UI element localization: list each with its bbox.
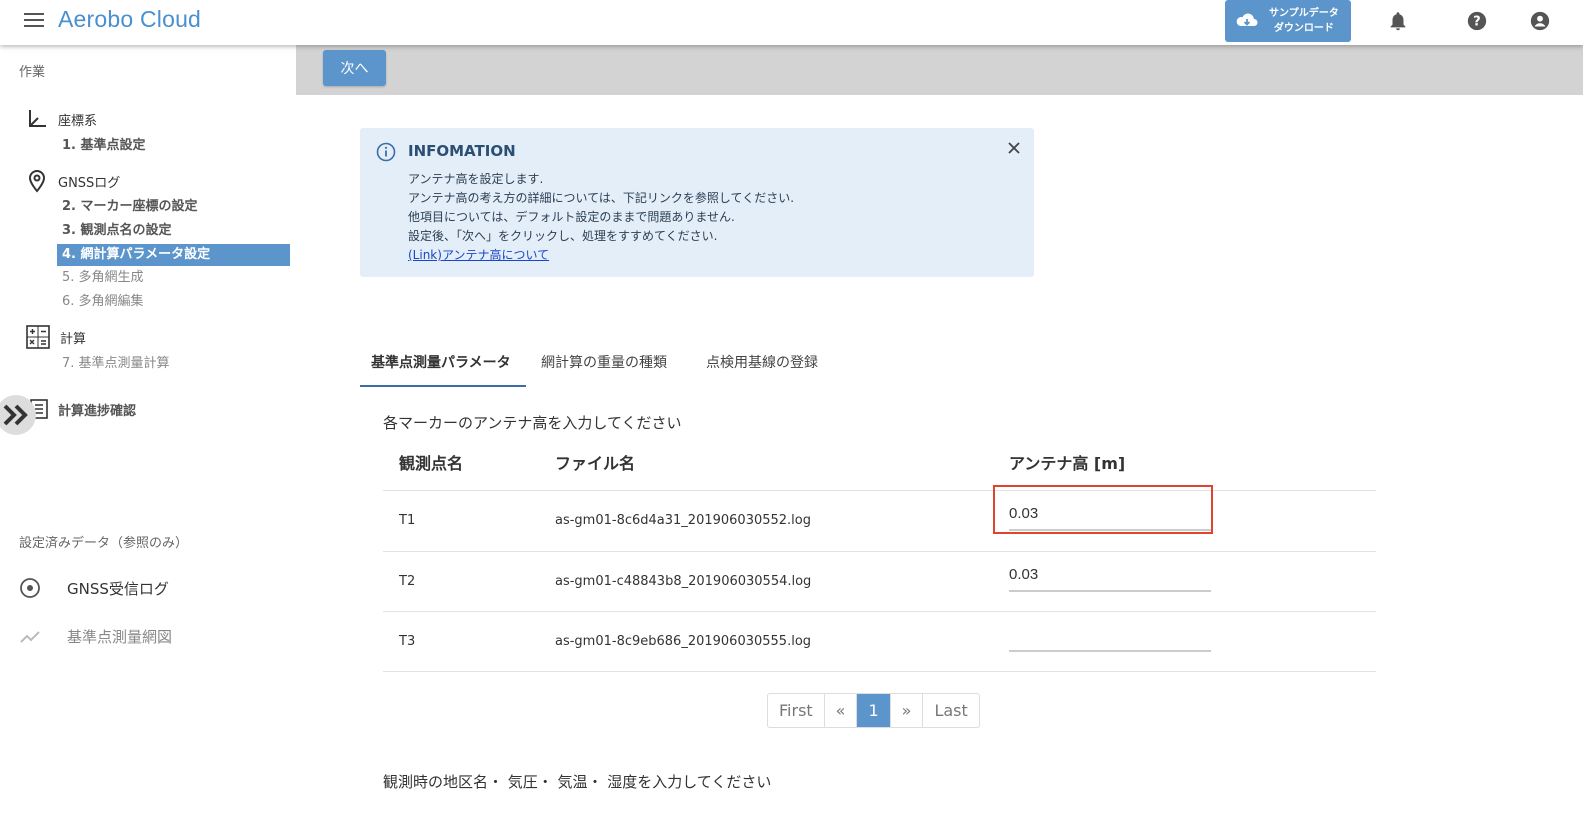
action-toolbar: 次へ [296,45,1583,95]
tab-bar: 基準点測量パラメータ 網計算の重量の種類 点検用基線の登録 [360,350,842,387]
sidebar-group-calculation: 計算 [26,325,86,349]
tab-survey-parameters[interactable]: 基準点測量パラメータ [360,350,526,387]
sidebar-item-reference-point[interactable]: 1. 基準点設定 [57,135,290,157]
calculator-icon [26,325,50,349]
sidebar-item-polygon-edit[interactable]: 6. 多角網編集 [57,291,290,313]
sidebar-item-survey-calculation[interactable]: 7. 基準点測量計算 [57,353,290,375]
column-header-station: 観測点名 [399,454,464,473]
ref-item-network-map[interactable]: 基準点測量網図 [19,625,172,647]
sidebar-group-label: 計算進捗確認 [58,403,137,419]
pagination: First « 1 » Last [767,693,980,728]
radio-target-icon [20,578,40,598]
info-title: INFOMATION [408,142,516,160]
sidebar-group-label: 計算 [60,331,87,347]
sidebar-expand-button[interactable] [0,395,36,435]
station-name: T3 [399,634,416,649]
sidebar-group-label: GNSSログ [58,175,121,191]
antenna-height-input[interactable] [1009,618,1211,652]
location-pin-icon [28,169,46,193]
page-first-button[interactable]: First [768,694,825,727]
sidebar-item-network-parameters[interactable]: 4. 網計算パラメータ設定 [57,244,290,266]
page-prev-button[interactable]: « [825,694,858,727]
antenna-height-input[interactable] [1009,558,1211,592]
antenna-height-input[interactable] [1009,497,1211,531]
help-icon[interactable]: ? [1466,10,1488,32]
line-chart-icon [20,631,40,643]
sidebar-group-coordinates: 座標系 [26,108,97,130]
sidebar-item-polygon-generate[interactable]: 5. 多角網生成 [57,267,290,289]
table-row: T2 as-gm01-c48843b8_201906030554.log [383,551,1376,612]
close-icon[interactable] [1006,140,1022,156]
info-text-line: アンテナ高の考え方の詳細については、下記リンクを参照してください. [408,191,795,205]
app-title: Aerobo Cloud [58,6,202,32]
table-row: T3 as-gm01-8c9eb686_201906030555.log [383,611,1376,672]
menu-icon[interactable] [24,13,44,29]
sidebar-group-gnss-log: GNSSログ [26,169,120,193]
info-text-line: 他項目については、デフォルト設定のままで問題ありません. [408,210,735,224]
bell-icon[interactable] [1387,10,1409,32]
sidebar-section-work: 作業 [19,65,46,80]
column-header-antenna-height: アンテナ高 [m] [1009,454,1126,473]
column-header-file: ファイル名 [555,454,636,473]
info-link-line: (Link)アンテナ高について [408,246,549,263]
table-row: T1 as-gm01-8c6d4a31_201906030552.log [383,490,1376,551]
station-name: T2 [399,574,416,589]
info-text-line: アンテナ高を設定します. [408,172,544,186]
weather-section-title: 観測時の地区名・ 気圧・ 気温・ 湿度を入力してください [383,773,772,791]
sidebar: 作業 座標系 1. 基準点設定 GNSSログ 2. マーカー座標の設定 3. 観… [0,45,296,837]
info-text-line: 設定後、「次へ」をクリックし、処理をすすめてください. [408,229,718,243]
sidebar-item-marker-coordinates[interactable]: 2. マーカー座標の設定 [57,196,290,218]
file-name: as-gm01-c48843b8_201906030554.log [555,574,812,589]
cloud-download-icon [1236,13,1258,26]
next-button[interactable]: 次へ [323,50,386,86]
sidebar-section-reference: 設定済みデータ（参照のみ） [19,536,189,551]
page-current-button[interactable]: 1 [857,694,891,727]
app-header: Aerobo Cloud サンプルデータ ダウンロード ? [0,0,1583,45]
tab-check-baseline[interactable]: 点検用基線の登録 [692,350,842,387]
ref-item-label: GNSS受信ログ [67,579,169,598]
info-panel: INFOMATION アンテナ高を設定します. アンテナ高の考え方の詳細について… [360,128,1034,277]
ref-item-gnss-log[interactable]: GNSS受信ログ [19,577,169,599]
sidebar-item-station-names[interactable]: 3. 観測点名の設定 [57,220,290,242]
account-icon[interactable] [1529,10,1551,32]
info-icon [376,142,396,162]
station-name: T1 [399,513,416,528]
file-name: as-gm01-8c9eb686_201906030555.log [555,634,812,649]
sidebar-group-label: 座標系 [58,113,98,129]
page-last-button[interactable]: Last [923,694,978,727]
file-name: as-gm01-8c6d4a31_201906030552.log [555,513,812,528]
svg-text:?: ? [1473,15,1480,30]
sidebar-group-progress[interactable]: 計算進捗確認 [30,399,136,419]
antenna-section-title: 各マーカーのアンテナ高を入力してください [383,414,682,432]
axis-icon [29,110,46,127]
sample-data-download-button[interactable]: サンプルデータ ダウンロード [1225,0,1351,42]
double-chevron-right-icon [3,404,28,426]
page-next-button[interactable]: » [891,694,924,727]
sample-data-download-label: サンプルデータ ダウンロード [1269,8,1339,34]
antenna-height-link[interactable]: (Link)アンテナ高について [408,248,549,262]
ref-item-label: 基準点測量網図 [67,627,173,646]
tab-weight-type[interactable]: 網計算の重量の種類 [526,350,692,387]
